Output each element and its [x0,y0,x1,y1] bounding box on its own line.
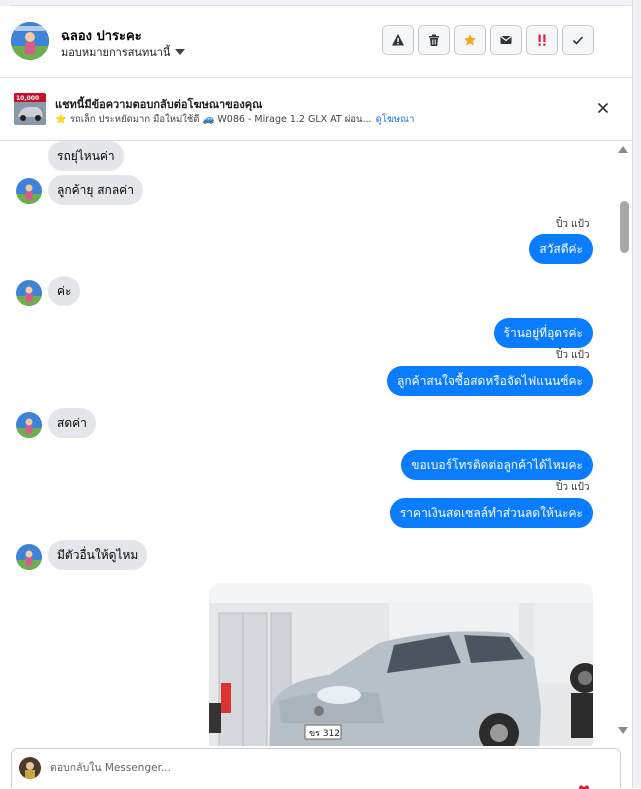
incoming-message[interactable]: ค่ะ [48,276,81,306]
conversation-header: ฉลอง ปาระคะ มอบหมายการสนทนานี้ [0,7,632,78]
seen-by-label: ปิ๋ว แป้ว [556,219,590,230]
check-icon [572,36,584,45]
delete-button[interactable] [418,25,450,55]
incoming-message[interactable]: รถยุ่ไหนค่า [48,141,124,171]
window-right-edge [632,0,641,788]
close-icon [597,102,609,114]
scrollbar-thumb[interactable] [620,201,629,253]
exclamation-icon [538,34,546,46]
seen-by-label: ปิ๋ว แป้ว [556,350,590,361]
contact-avatar-small[interactable] [16,178,42,204]
envelope-icon [500,36,512,44]
ad-title: แชทนี้มีข้อความตอบกลับต่อโฆษณาของคุณ [55,98,263,111]
action-toolbar [382,25,594,55]
car-photo-attachment[interactable]: ขร 312 [209,583,593,746]
reply-input[interactable] [50,759,550,777]
outgoing-message[interactable]: สวัสดีค่ะ [529,234,593,264]
scroll-up-arrow[interactable] [618,146,628,153]
outgoing-message[interactable]: ร้านอยู่ที่อุดรค่ะ [493,318,593,348]
ad-subtitle-row: ⭐ รถเล็ก ประหยัดมาก มือใหม่ใช้ดี 🚙 W086 … [55,112,414,127]
reply-composer [11,748,621,789]
outgoing-message[interactable]: ขอเบอร์โทรติดต่อลูกค้าได้ไหมคะ [401,450,593,480]
spam-warning-button[interactable] [382,25,414,55]
trash-icon [429,34,439,46]
assign-conversation-dropdown[interactable]: มอบหมายการสนทนานี้ [61,43,186,61]
ad-thumb-badge: 10,000 [16,95,39,102]
warning-triangle-icon [392,34,404,46]
contact-avatar[interactable] [11,22,49,60]
page-avatar [19,757,41,779]
message-thread[interactable]: รถยุ่ไหนค่า ลูกค้ายุ สกลค่า ปิ๋ว แป้ว สว… [0,141,616,746]
caret-down-icon [175,49,186,55]
view-ad-link[interactable]: ดูโฆษณา [376,112,415,127]
incoming-message[interactable]: สดค่า [48,408,96,438]
license-plate-text: ขร 312 [309,729,340,739]
mark-unread-button[interactable] [490,25,522,55]
ad-reply-banner: 10,000 แชทนี้มีข้อความตอบกลับต่อโฆษณาของ… [0,78,632,141]
ad-thumbnail[interactable]: 10,000 [14,93,46,125]
star-icon [464,34,476,46]
assign-label: มอบหมายการสนทนานี้ [61,46,171,59]
contact-avatar-small[interactable] [16,544,42,570]
contact-avatar-small[interactable] [16,280,42,306]
contact-avatar-small[interactable] [16,412,42,438]
mark-done-button[interactable] [562,25,594,55]
ad-subtitle: ⭐ รถเล็ก ประหยัดมาก มือใหม่ใช้ดี 🚙 W086 … [55,114,372,125]
incoming-message[interactable]: มีตัวอื่นให้ดูไหม [48,540,148,570]
incoming-message[interactable]: ลูกค้ายุ สกลค่า [48,175,143,205]
scroll-down-arrow[interactable] [618,727,628,734]
close-banner-button[interactable] [594,99,612,117]
star-button[interactable] [454,25,486,55]
outgoing-message[interactable]: ราคาเงินสดเซลล์ทำส่วนลดให้นะคะ [389,498,593,528]
heart-icon[interactable] [578,783,590,789]
seen-by-label: ปิ๋ว แป้ว [556,482,590,493]
window-top-bar [0,0,641,6]
outgoing-message[interactable]: ลูกค้าสนใจซื้อสดหรือจัดไฟแนนซ์คะ [387,366,593,396]
follow-up-button[interactable] [526,25,558,55]
